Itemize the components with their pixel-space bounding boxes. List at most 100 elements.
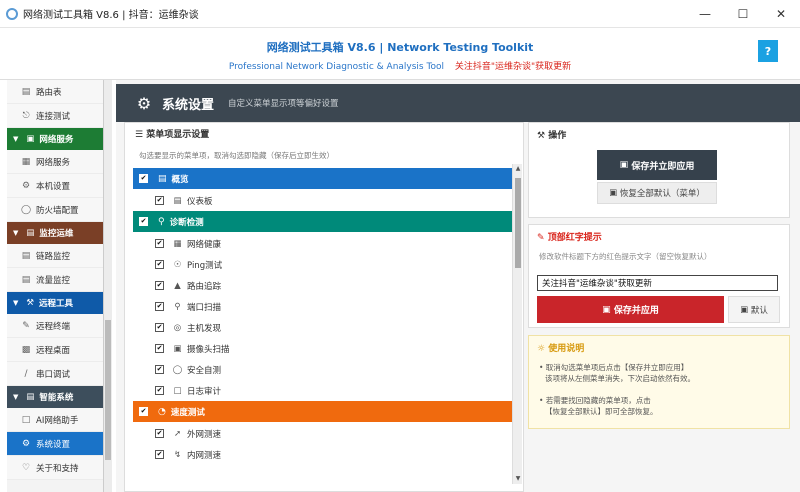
save-apply-button[interactable]: ▣ 保存并立即应用 [597,150,717,180]
item-checkbox[interactable]: ✔ [155,196,164,205]
item-label: 内网测速 [187,450,222,461]
sidebar-group-remote[interactable]: ▼ ⚒ 远程工具 [7,292,103,314]
item-label: 主机发现 [187,323,222,334]
sidebar-item-firewall[interactable]: ◯ 防火墙配置 [7,198,103,222]
list-item[interactable]: ✔ ➚ 外网测速 [133,423,513,444]
item-checkbox[interactable]: ✔ [155,302,164,311]
default-tip-button[interactable]: ▣ 默认 [728,296,780,323]
restore-default-button[interactable]: ▣ 恢复全部默认（菜单） [597,182,717,204]
sidebar-item-label: 远程终端 [36,321,71,332]
help-title-text: 使用说明 [548,344,585,354]
menu-item-list: ✔ ▤ 概览 ✔ ▤ 仪表板 ✔ ⚲ 诊断检测 ✔ ▦ 网络健康 ✔ ☉ Ping测试 ✔ ▲ 路由追踪… [133,168,513,488]
category-label: 诊断检测 [169,217,204,228]
sidebar-group-network[interactable]: ▼ ▣ 网络服务 [7,128,103,150]
category-label: 速度测试 [170,407,205,418]
sidebar-item-connection-test[interactable]: ⎋ 连接测试 [7,104,103,128]
sidebar-item-label: 链路监控 [36,251,71,262]
scroll-down-icon[interactable]: ▼ [513,474,523,484]
list-item[interactable]: ✔ ▲ 路由追踪 [133,275,513,296]
item-checkbox[interactable]: ✔ [155,344,164,353]
sidebar-item-network-service[interactable]: ▦ 网络服务 [7,150,103,174]
restore-default-label: 恢复全部默认（菜单） [619,189,705,199]
sidebar-item-remote-desktop[interactable]: ▩ 远程桌面 [7,338,103,362]
item-label: 摄像头扫描 [187,344,230,355]
item-checkbox[interactable]: ✔ [155,450,164,459]
category-label: 概览 [171,174,189,185]
save-apply-label: 保存并立即应用 [631,161,695,172]
sidebar-group-smart[interactable]: ▼ ▤ 智能系统 [7,386,103,408]
item-checkbox[interactable]: ✔ [155,281,164,290]
list-item[interactable]: ✔ ▣ 摄像头扫描 [133,338,513,359]
item-label: 日志审计 [187,386,222,397]
category-overview[interactable]: ✔ ▤ 概览 [133,168,513,189]
save-tip-label: 保存并应用 [613,306,659,316]
sidebar-item-label: 系统设置 [36,439,71,450]
sidebar-item-label: 网络服务 [36,157,71,168]
list-item[interactable]: ✔ ⚲ 端口扫描 [133,296,513,317]
sidebar-scrollbar[interactable] [104,80,112,492]
category-diagnostics[interactable]: ✔ ⚲ 诊断检测 [133,211,513,232]
category-checkbox[interactable]: ✔ [139,174,148,183]
sidebar-item-ai-assistant[interactable]: □ AI网络助手 [7,408,103,432]
close-icon[interactable]: ✕ [762,0,800,28]
list-item[interactable]: ✔ ◎ 主机发现 [133,317,513,338]
item-checkbox[interactable]: ✔ [155,239,164,248]
gear-icon: ⚙ [21,180,31,191]
sidebar-item-route-table[interactable]: ▤ 路由表 [7,80,103,104]
window-title: 网络测试工具箱 V8.6 | 抖音：运维杂谈 [23,10,199,21]
header-subtitle: Professional Network Diagnostic & Analys… [228,62,444,72]
sidebar-item-link-monitor[interactable]: ▤ 链路监控 [7,244,103,268]
page-title: 系统设置 [162,97,215,113]
sidebar-item-local-settings[interactable]: ⚙ 本机设置 [7,174,103,198]
rocket-icon: ➚ [173,428,182,439]
item-label: 端口扫描 [187,302,222,313]
sidebar-group-monitoring[interactable]: ▼ ▤ 监控运维 [7,222,103,244]
sidebar-item-system-settings[interactable]: ⚙ 系统设置 [7,432,103,456]
panel-title: ☰ 菜单项显示设置 [135,127,209,140]
sidebar-item-label: 连接测试 [36,111,71,122]
item-checkbox[interactable]: ✔ [155,365,164,374]
scroll-up-icon[interactable]: ▲ [513,164,523,174]
minimize-icon[interactable]: — [686,0,724,28]
sidebar-item-label: 远程桌面 [36,345,71,356]
sidebar-item-about[interactable]: ♡ 关于和支持 [7,456,103,480]
sidebar-item-traffic-monitor[interactable]: ▤ 流量监控 [7,268,103,292]
list-item[interactable]: ✔ □ 日志审计 [133,380,513,401]
item-label: 安全自测 [187,365,222,376]
list-item[interactable]: ✔ ▦ 网络健康 [133,233,513,254]
app-icon [6,7,18,20]
sidebar-item-label: 关于和支持 [36,463,79,474]
sidebar-item-label: 路由表 [36,87,62,98]
sidebar-item-label: 防火墙配置 [36,205,79,216]
sidebar-item-serial-debug[interactable]: ∕ 串口调试 [7,362,103,386]
category-speed-test[interactable]: ✔ ◔ 速度测试 [133,401,513,422]
help-button[interactable]: ? [758,40,778,62]
speed-icon: ◔ [158,406,166,417]
actions-title: ⚒ 操作 [537,128,566,141]
list-item[interactable]: ✔ ↯ 内网测速 [133,444,513,465]
dashboard-icon: ▤ [173,195,182,206]
save-tip-button[interactable]: ▣ 保存并应用 [537,296,724,323]
category-checkbox[interactable]: ✔ [139,407,148,416]
menu-list-scrollbar[interactable]: ▲ ▼ [512,164,522,484]
search-icon: ⚲ [174,301,181,312]
chevron-down-icon: ▼ [13,229,19,237]
tip-text-input[interactable] [537,275,778,291]
sidebar-item-remote-terminal[interactable]: ✎ 远程终端 [7,314,103,338]
list-item[interactable]: ✔ ▤ 仪表板 [133,190,513,211]
item-checkbox[interactable]: ✔ [155,429,164,438]
item-checkbox[interactable]: ✔ [155,323,164,332]
ping-icon: ☉ [173,259,182,270]
item-checkbox[interactable]: ✔ [155,260,164,269]
menu-list-scroll-thumb[interactable] [515,178,521,268]
item-checkbox[interactable]: ✔ [155,386,164,395]
sidebar-scroll-thumb[interactable] [105,320,111,460]
category-checkbox[interactable]: ✔ [139,217,148,226]
maximize-icon[interactable]: ☐ [724,0,762,28]
list-item[interactable]: ✔ ☉ Ping测试 [133,254,513,275]
list-item[interactable]: ✔ ◯ 安全自测 [133,359,513,380]
app-header: 网络测试工具箱 V8.6 | Network Testing Toolkit P… [0,28,800,80]
route-icon: ▲ [174,280,181,291]
help-panel: ☼ 使用说明 • 取消勾选菜单项后点击【保存并立即应用】 该项将从左侧菜单消失，… [528,335,790,429]
monitor-icon: ▣ [26,134,35,144]
